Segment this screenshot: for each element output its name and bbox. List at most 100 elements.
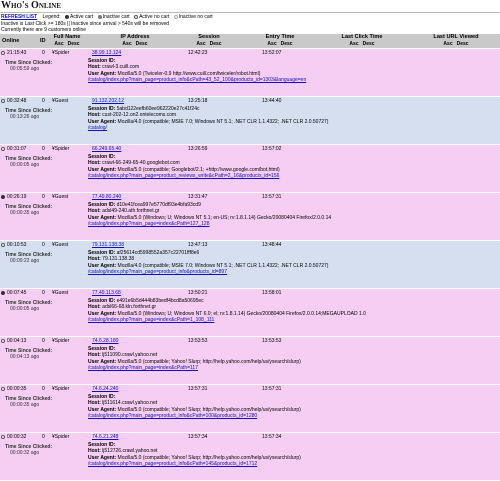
user-agent-label: User Agent: bbox=[88, 310, 117, 317]
sort-entry-desc[interactable]: Desc bbox=[281, 41, 293, 47]
last-url-link[interactable]: /catalog/index.php?main_page=product_inf… bbox=[88, 461, 257, 467]
session-id-label: Session ID: bbox=[88, 58, 116, 64]
sort-name-asc[interactable]: Asc bbox=[54, 41, 63, 47]
cell-ip[interactable]: 74.6.24.240 bbox=[92, 386, 118, 392]
cell-ip[interactable]: 38.99.13.124 bbox=[92, 50, 121, 56]
session-details: Session ID: d10e41fcea997e5770df93e4bfa9… bbox=[88, 202, 500, 227]
cell-entry: 13:57:31 bbox=[262, 386, 282, 392]
host-label: Host: bbox=[88, 64, 101, 71]
user-agent: Mozilla/5.0 (compatible; Googlebot/2.1; … bbox=[117, 166, 280, 173]
sort-last-click-asc[interactable]: Asc bbox=[349, 41, 358, 47]
host-label: Host: bbox=[88, 208, 101, 215]
user-agent: Mozilla/4.0 (compatible; MSIE 7.0; Windo… bbox=[117, 118, 329, 125]
last-url-link[interactable]: /catalog/index.php?main_page=index&cPath… bbox=[88, 317, 214, 323]
time-since-clicked: Time Since Clicked: 00:00:05 ago bbox=[5, 156, 63, 169]
cell-name: ¥Guest bbox=[52, 290, 69, 296]
last-url-link[interactable]: /catalog/index.php?main_page=product_inf… bbox=[88, 77, 306, 83]
cell-session: 13:31:47 bbox=[188, 194, 208, 200]
host-label: Host: bbox=[88, 400, 101, 407]
cell-online: 00:00:35 bbox=[7, 386, 27, 392]
cell-online: 00:07:45 bbox=[7, 290, 27, 296]
cell-ip[interactable]: 74.6.28.180 bbox=[92, 338, 118, 344]
cell-ip[interactable]: 66.249.65.40 bbox=[92, 146, 121, 152]
time-since-clicked: Time Since Clicked: 00:00:35 ago bbox=[5, 204, 63, 217]
user-agent-label: User Agent: bbox=[88, 118, 117, 125]
sort-ip-asc[interactable]: Asc bbox=[122, 41, 131, 47]
cell-entry: 13:44:40 bbox=[262, 98, 282, 104]
status-icon bbox=[1, 243, 5, 247]
sort-name-desc[interactable]: Desc bbox=[68, 41, 80, 47]
time-since-clicked: Time Since Clicked: 00:00:05 ago bbox=[5, 300, 63, 313]
cell-name: ¥Spider bbox=[52, 50, 70, 56]
cell-name: ¥Guest bbox=[52, 98, 69, 104]
header-ip: IP Address Asc Desc bbox=[110, 34, 160, 47]
customer-row: 00:04:13 0 ¥Spider 74.6.28.180 13:53:53 13:53… bbox=[0, 337, 500, 385]
session-details: Session ID: Host: lj511614.crawl.yahoo.n… bbox=[88, 394, 500, 419]
user-agent: Mozilla/5.0 (compatible; Yahoo! Slurp; h… bbox=[117, 358, 301, 365]
cell-id: 0 bbox=[42, 146, 45, 152]
session-id: af25614cd5998552a357c22701fff8e6 bbox=[116, 250, 200, 256]
header-entry-label: Entry Time bbox=[265, 34, 295, 40]
sort-entry-asc[interactable]: Asc bbox=[267, 41, 276, 47]
cell-online: 00:10:53 bbox=[7, 242, 27, 248]
cell-id: 0 bbox=[42, 194, 45, 200]
header-entry: Entry Time Asc Desc bbox=[260, 34, 300, 47]
user-agent-label: User Agent: bbox=[88, 406, 117, 413]
sort-session-asc[interactable]: Asc bbox=[196, 41, 205, 47]
cell-name: ¥Spider bbox=[52, 386, 70, 392]
host: lj511090.crawl.yahoo.net bbox=[102, 352, 158, 359]
last-url-link[interactable]: /catalog/index.php?main_page=product_inf… bbox=[88, 269, 227, 275]
header-last-click: Last Click Time Asc Desc bbox=[332, 34, 392, 47]
status-icon bbox=[1, 435, 5, 439]
host-label: Host: bbox=[88, 160, 101, 167]
last-url-link[interactable]: /catalog/index.php?main_page=product_inf… bbox=[88, 413, 257, 419]
sort-last-click-desc[interactable]: Desc bbox=[363, 41, 375, 47]
session-id: 5abd122eefb60ee962220e27c41f24c bbox=[116, 106, 200, 112]
session-id: e491e6b5d444b83bedf4bcd8a50695ec bbox=[116, 298, 204, 304]
cell-ip[interactable]: 79.131.138.38 bbox=[92, 242, 124, 248]
cell-ip[interactable]: 74.6.21.248 bbox=[92, 434, 118, 440]
cell-session: 12:42:23 bbox=[188, 50, 208, 56]
cell-entry: 13:52:07 bbox=[262, 50, 282, 56]
sort-session-desc[interactable]: Desc bbox=[210, 41, 222, 47]
cell-entry: 13:58:01 bbox=[262, 290, 282, 296]
time-since-clicked-value: 00:00:32 ago bbox=[10, 450, 40, 457]
host: crawl-66-249-65-40.googlebot.com bbox=[102, 160, 180, 167]
host: cust-202-12.on2.ontelecoms.com bbox=[102, 112, 177, 119]
last-url-link[interactable]: /catalog/index.php?main_page=index&cPath… bbox=[88, 365, 198, 371]
sort-ip-desc[interactable]: Desc bbox=[136, 41, 148, 47]
cell-id: 0 bbox=[42, 338, 45, 344]
time-since-clicked-value: 00:00:35 ago bbox=[10, 402, 40, 409]
user-agent: Mozilla/5.0 (Twiceler-0.9 http://www.cui… bbox=[117, 70, 261, 77]
sort-url-desc[interactable]: Desc bbox=[457, 41, 469, 47]
last-url-link[interactable]: /catalog/index.php?main_page=product_rev… bbox=[88, 173, 279, 179]
user-agent: Mozilla/5.0 (compatible; Yahoo! Slurp; h… bbox=[117, 406, 301, 413]
user-agent: Mozilla/4.0 (compatible; MSIE 7.0; Windo… bbox=[117, 262, 329, 269]
host-label: Host: bbox=[88, 256, 101, 263]
session-id-label: Session ID: bbox=[88, 346, 116, 352]
last-url-link[interactable]: /catalog/index.php?main_page=index&cPath… bbox=[88, 221, 210, 227]
cell-ip[interactable]: 77.49.113.68 bbox=[92, 290, 121, 296]
time-since-clicked-value: 00:05:59 ago bbox=[10, 66, 40, 73]
time-since-clicked: Time Since Clicked: 00:05:59 ago bbox=[5, 60, 63, 73]
sort-url-asc[interactable]: Asc bbox=[443, 41, 452, 47]
cell-online: 00:00:32 bbox=[7, 434, 27, 440]
cell-id: 0 bbox=[42, 290, 45, 296]
user-agent: Mozilla/5.0 (Windows; U; Windows NT 6.0;… bbox=[117, 310, 366, 317]
legend: REFRESH LIST Legend: Active cart Inactiv… bbox=[0, 13, 500, 34]
cell-ip[interactable]: 91.132.202.12 bbox=[92, 98, 124, 104]
customer-row: 00:31:07 0 ¥Spider 66.249.65.40 13:26:59 13:5… bbox=[0, 145, 500, 193]
customer-list: 21:15:43 0 ¥Spider 38.99.13.124 12:42:23 13:5… bbox=[0, 49, 500, 481]
cell-id: 0 bbox=[42, 386, 45, 392]
customer-row: 00:00:32 0 ¥Spider 74.6.21.248 13:57:34 13:57… bbox=[0, 433, 500, 481]
last-url-link[interactable]: /catalog/ bbox=[88, 125, 107, 131]
host: adsl49-240.ath.forthnet.gr bbox=[102, 208, 160, 215]
table-header: Online ID Full Name Asc Desc IP Address A… bbox=[0, 34, 500, 48]
cell-online: 00:04:13 bbox=[7, 338, 27, 344]
time-since-clicked-value: 00:04:13 ago bbox=[10, 354, 40, 361]
user-agent-label: User Agent: bbox=[88, 166, 117, 173]
host-label: Host: bbox=[88, 112, 101, 119]
refresh-list-link[interactable]: REFRESH LIST bbox=[1, 14, 37, 20]
session-details: Session ID: e491e6b5d444b83bedf4bcd8a506… bbox=[88, 298, 500, 323]
cell-ip[interactable]: 77.49.80.240 bbox=[92, 194, 121, 200]
